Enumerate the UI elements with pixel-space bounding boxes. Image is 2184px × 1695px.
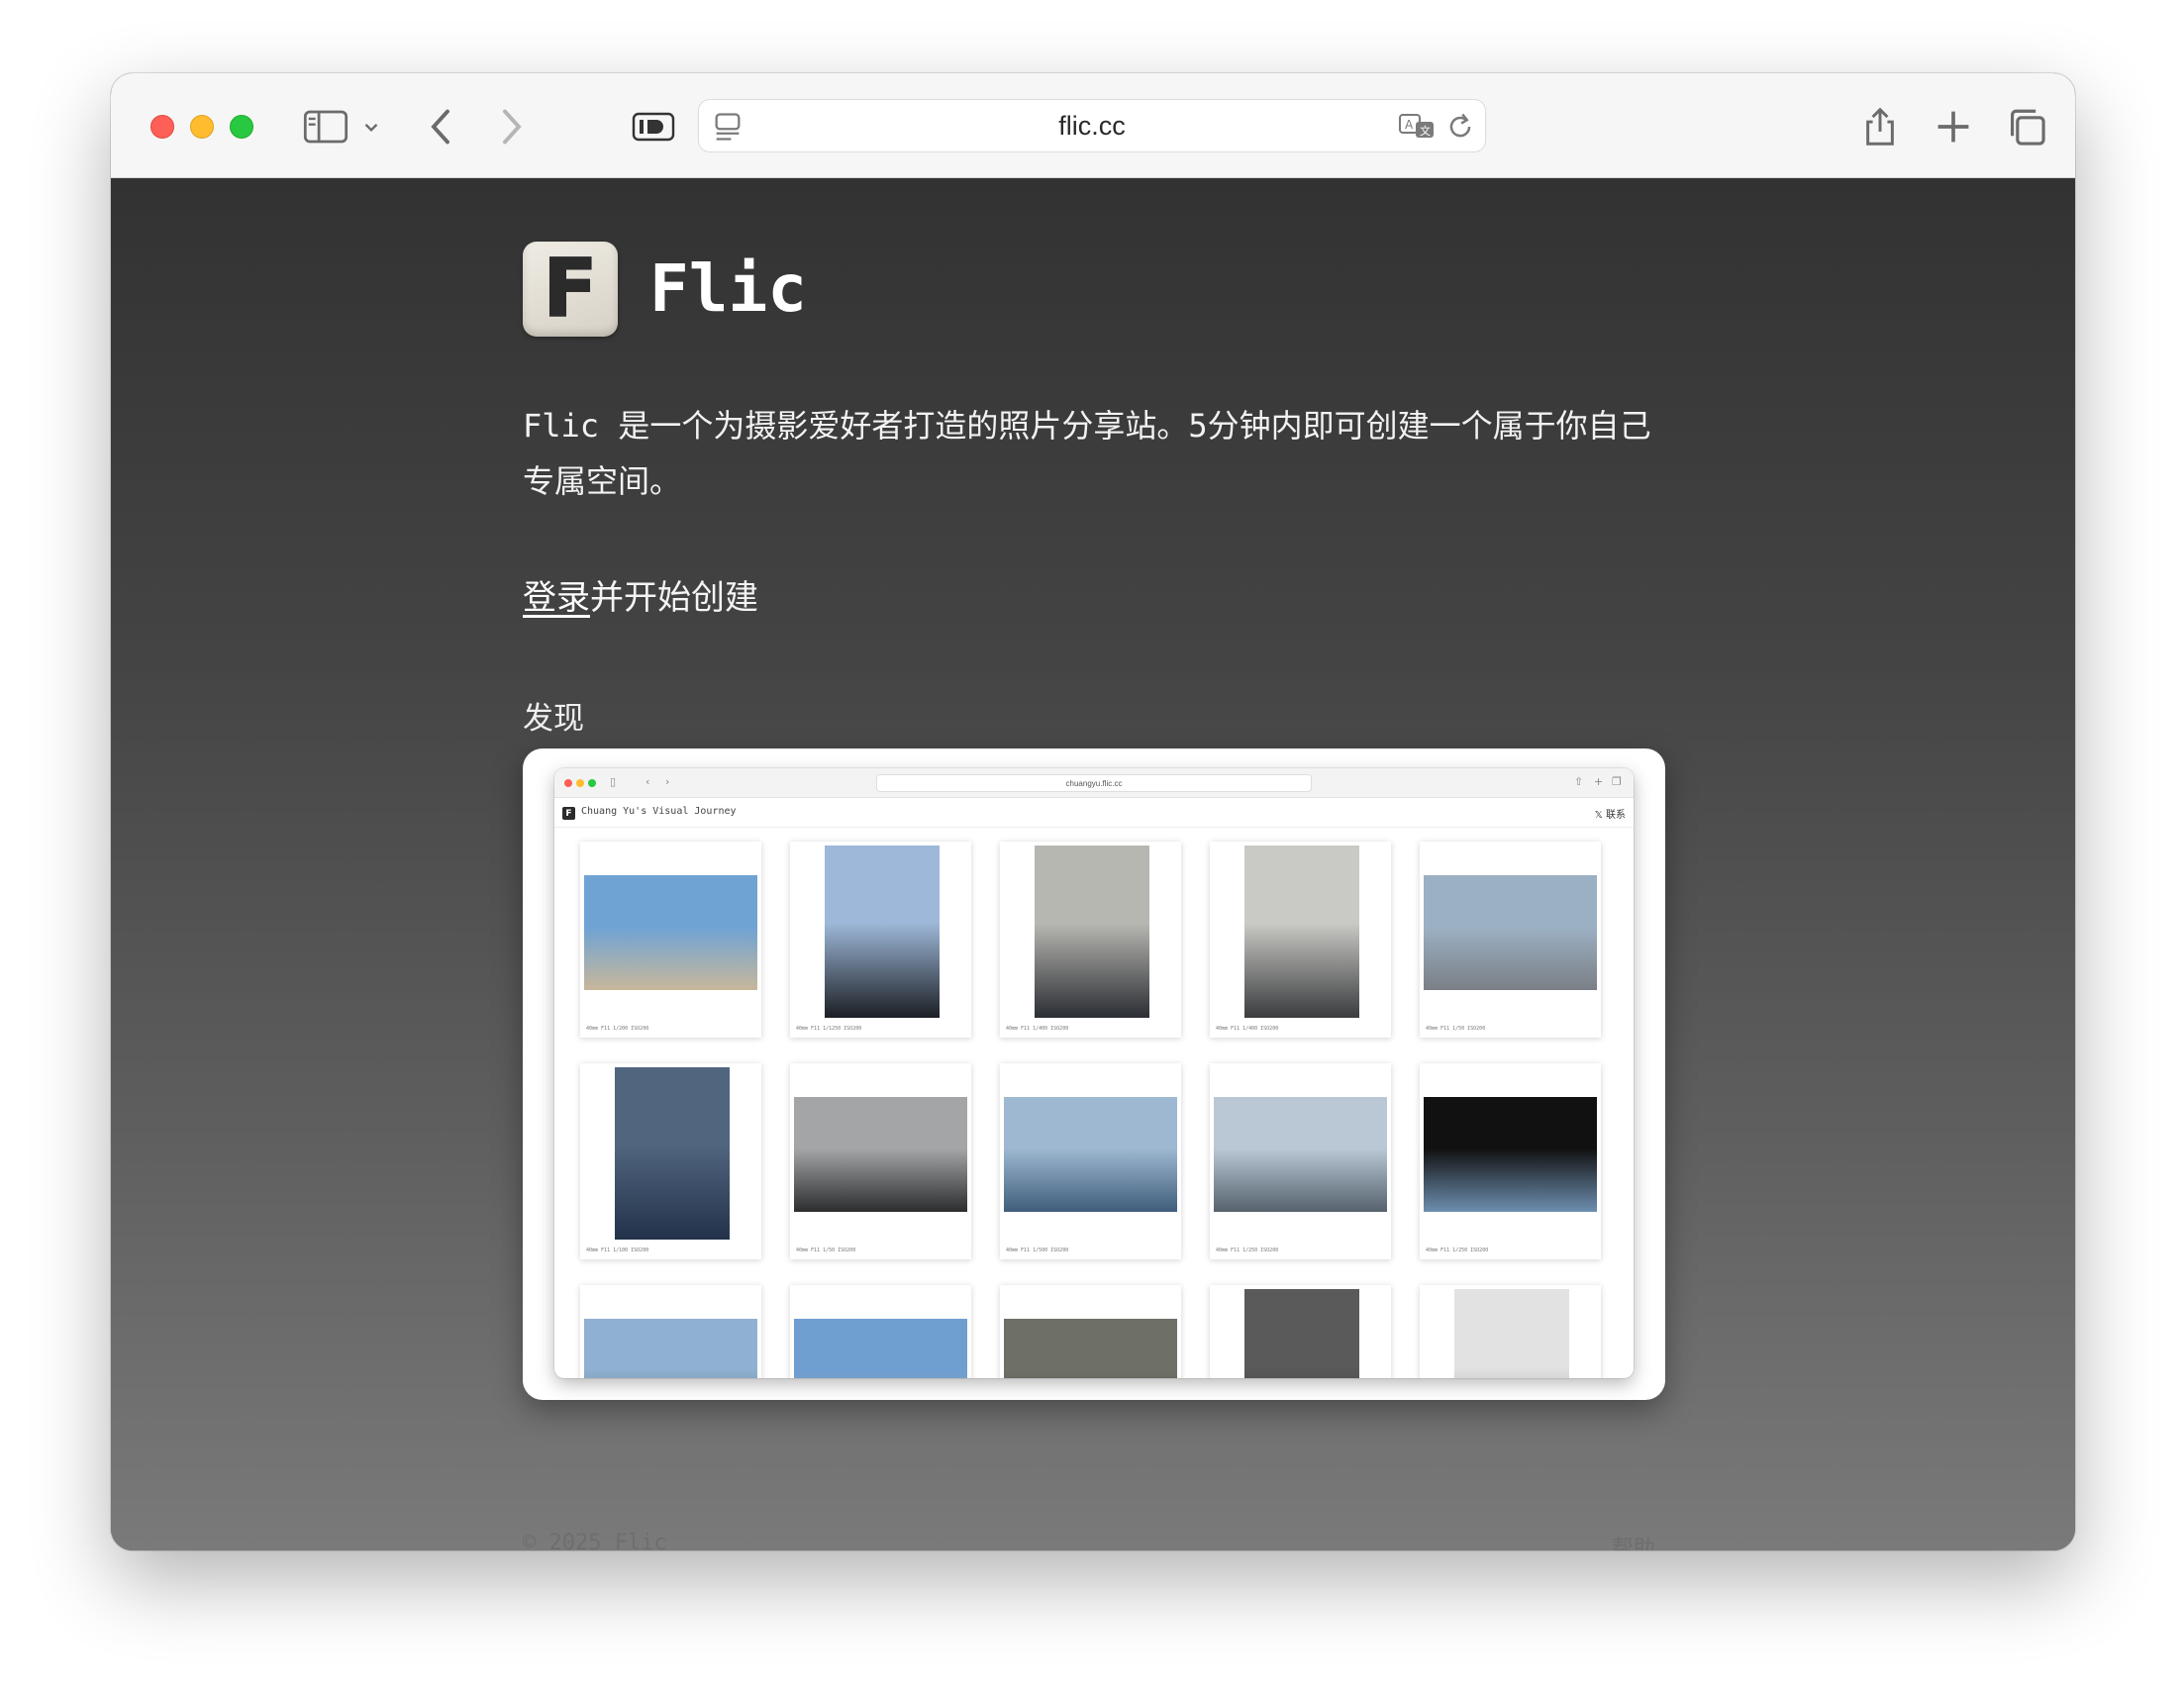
translate-icon[interactable]: A文 — [1398, 110, 1438, 144]
id-extension-icon[interactable] — [632, 106, 675, 148]
close-window-button[interactable] — [150, 115, 174, 139]
photo-card[interactable] — [1420, 1285, 1601, 1378]
photo-exif: 40mm F11 1/50 ISO200 — [1426, 1026, 1486, 1032]
photo-exif: 40mm F11 1/250 ISO200 — [1216, 1247, 1279, 1253]
new-tab-icon[interactable] — [1933, 106, 1974, 148]
photo-exif: 40mm F11 1/500 ISO200 — [1006, 1247, 1069, 1253]
photo-card[interactable]: 40mm F11 1/250 ISO200 — [1420, 1063, 1601, 1259]
photo-exif: 40mm F11 1/200 ISO200 — [586, 1026, 649, 1032]
footer-help-link[interactable]: 帮助 — [1612, 1531, 1655, 1550]
photo-card[interactable]: 40mm F11 1/400 ISO200 — [1210, 842, 1391, 1038]
preview-contact: 𝕏 联系 — [1595, 806, 1626, 821]
photo-card[interactable]: 40mm F11 1/50 ISO200 — [790, 1063, 971, 1259]
sidebar-icon[interactable] — [303, 106, 348, 148]
photo-thumbnail — [1244, 1289, 1359, 1378]
photo-thumbnail — [1454, 1289, 1569, 1378]
photo-exif: 40mm F11 1/400 ISO200 — [1216, 1026, 1279, 1032]
footer-copyright: © 2025 Flic — [523, 1531, 667, 1550]
share-icon[interactable] — [1859, 106, 1901, 148]
preview-logo: F — [562, 807, 575, 820]
logo-letter: F — [543, 243, 599, 335]
photo-exif: 40mm F11 1/50 ISO200 — [796, 1247, 856, 1253]
photo-thumbnail — [794, 1319, 967, 1378]
svg-text:文: 文 — [1420, 124, 1431, 138]
browser-toolbar: flic.cc A文 — [111, 73, 2075, 178]
photo-thumbnail — [615, 1067, 730, 1240]
photo-exif: 40mm F11 1/400 ISO200 — [1006, 1026, 1069, 1032]
tab-overview-icon[interactable] — [2006, 106, 2047, 148]
zoom-window-button[interactable] — [230, 115, 253, 139]
photo-card[interactable]: 40mm F11 1/500 ISO200 — [1000, 1063, 1181, 1259]
preview-site-title: Chuang Yu's Visual Journey — [581, 806, 737, 817]
reload-icon[interactable] — [1443, 110, 1477, 144]
preview-site-header: F Chuang Yu's Visual Journey 𝕏 联系 — [554, 798, 1634, 828]
photo-thumbnail — [1424, 1097, 1597, 1212]
chevron-down-icon[interactable] — [360, 106, 382, 148]
photo-thumbnail — [584, 1319, 757, 1378]
photo-card[interactable]: 40mm F11 1/250 ISO200 — [1210, 1063, 1391, 1259]
x-icon: 𝕏 — [1594, 810, 1603, 821]
photo-thumbnail — [1035, 846, 1149, 1018]
photo-thumbnail — [1244, 846, 1359, 1018]
discover-heading: 发现 — [523, 701, 584, 737]
photo-card[interactable]: 40mm F11 1/200 ISO200 — [580, 842, 761, 1038]
photo-thumbnail — [1004, 1319, 1177, 1378]
photo-card[interactable]: 40mm F11 1/50 ISO200 — [1420, 842, 1601, 1038]
brand-title: Flic — [649, 250, 807, 327]
photo-card[interactable]: 40mm F11 1/100 ISO200 — [580, 1063, 761, 1259]
site-description: Flic 是一个为摄影爱好者打造的照片分享站。5分钟内即可创建一个属于你自己专属… — [523, 407, 1651, 500]
url-text: flic.cc — [1058, 110, 1126, 141]
photo-thumbnail — [1424, 875, 1597, 990]
preview-minimize-dot — [576, 779, 584, 787]
preview-contact-label: 联系 — [1606, 810, 1626, 821]
photo-exif: 40mm F11 1/250 ISO200 — [1426, 1247, 1489, 1253]
cta-line: 登录并开始创建 — [523, 574, 758, 622]
photo-thumbnail — [794, 1097, 967, 1212]
photo-thumbnail — [1004, 1097, 1177, 1212]
address-bar[interactable]: flic.cc A文 — [698, 99, 1486, 152]
photo-card[interactable]: 40mm F11 1/1250 ISO200 — [790, 842, 971, 1038]
photo-thumbnail — [584, 875, 757, 990]
photo-thumbnail — [1214, 1097, 1387, 1212]
flic-logo[interactable]: F — [523, 242, 618, 337]
preview-share-icon: ⇧ — [1574, 775, 1584, 788]
preview-close-dot — [564, 779, 572, 787]
preview-toolbar: ▯ ‹ › chuangyu.flic.cc ⇧ + ❐ — [554, 768, 1634, 798]
preview-new-tab-icon: + — [1594, 775, 1604, 788]
preview-forward-icon: › — [665, 775, 670, 788]
discover-card[interactable]: ▯ ‹ › chuangyu.flic.cc ⇧ + ❐ F Chuang Yu… — [523, 748, 1665, 1400]
minimize-window-button[interactable] — [190, 115, 214, 139]
photo-card[interactable] — [790, 1285, 971, 1378]
preview-url: chuangyu.flic.cc — [1065, 778, 1123, 788]
photo-card[interactable]: 40mm F11 1/400 ISO200 — [1000, 842, 1181, 1038]
svg-text:A: A — [1405, 118, 1414, 132]
photo-card[interactable] — [580, 1285, 761, 1378]
browser-window: flic.cc A文 F Flic Flic 是一个为摄影爱好者打造的照片分享站… — [111, 73, 2075, 1550]
preview-address-bar: chuangyu.flic.cc — [876, 774, 1312, 792]
photo-exif: 40mm F11 1/100 ISO200 — [586, 1247, 649, 1253]
back-icon[interactable] — [426, 106, 455, 148]
cta-suffix: 并开始创建 — [590, 578, 758, 618]
photo-thumbnail — [825, 846, 940, 1018]
preview-back-icon: ‹ — [645, 775, 650, 788]
preview-tabs-icon: ❐ — [1612, 775, 1622, 788]
page-content: F Flic Flic 是一个为摄影爱好者打造的照片分享站。5分钟内即可创建一个… — [111, 178, 2075, 1550]
login-link[interactable]: 登录 — [523, 578, 590, 618]
photo-exif: 40mm F11 1/1250 ISO200 — [796, 1026, 862, 1032]
preview-sidebar-icon: ▯ — [610, 775, 617, 788]
photo-card[interactable] — [1210, 1285, 1391, 1378]
preview-zoom-dot — [588, 779, 596, 787]
photo-card[interactable] — [1000, 1285, 1181, 1378]
preview-screenshot: ▯ ‹ › chuangyu.flic.cc ⇧ + ❐ F Chuang Yu… — [554, 768, 1634, 1378]
forward-icon[interactable] — [497, 106, 527, 148]
reader-icon[interactable] — [711, 110, 745, 144]
